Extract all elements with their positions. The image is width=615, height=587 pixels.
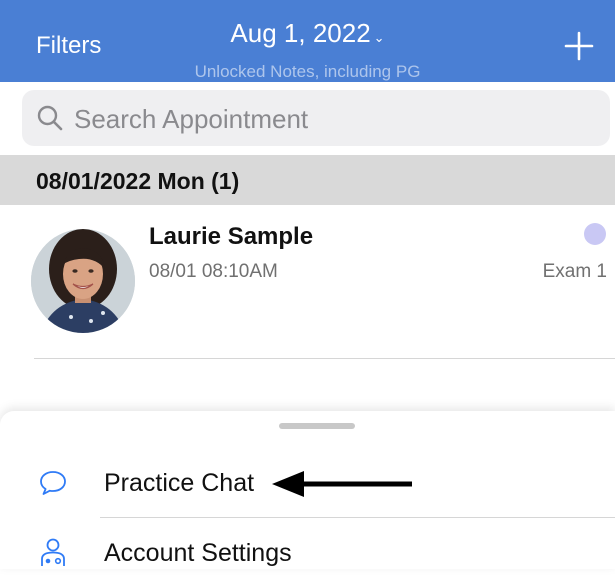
search-bar[interactable] — [22, 90, 610, 148]
practice-chat-label: Practice Chat — [104, 469, 255, 497]
date-section-header: 08/01/2022 Mon (1) — [0, 155, 615, 205]
app-header: Filters Aug 1, 2022 ⌄ Unlocked Notes, in… — [0, 0, 615, 82]
drag-handle[interactable] — [279, 423, 355, 429]
date-label[interactable]: Aug 1, 2022 — [230, 18, 370, 49]
account-settings-item[interactable]: Account Settings — [0, 527, 615, 587]
filter-subtitle: Unlocked Notes, including PG — [194, 62, 421, 81]
chat-bubble-icon — [40, 471, 66, 495]
appointment-time: 08/01 08:10AM — [149, 261, 278, 282]
exam-room: Exam 1 — [542, 261, 607, 282]
status-indicator — [584, 223, 606, 245]
section-title: 08/01/2022 Mon (1) — [36, 168, 240, 194]
add-appointment-button[interactable] — [563, 30, 595, 62]
patient-name: Laurie Sample — [149, 223, 314, 250]
date-picker[interactable]: Aug 1, 2022 ⌄ — [0, 18, 615, 49]
search-icon — [37, 105, 63, 131]
account-settings-icon — [41, 538, 65, 566]
avatar — [31, 229, 135, 333]
appointment-row[interactable]: Laurie Sample 08/01 08:10AM Exam 1 — [0, 205, 615, 360]
chevron-down-icon[interactable]: ⌄ — [374, 30, 385, 46]
divider — [100, 517, 615, 518]
plus-icon[interactable] — [563, 30, 595, 62]
account-settings-label: Account Settings — [104, 539, 292, 567]
patient-photo — [31, 229, 135, 333]
left-arrow-pointer — [272, 471, 412, 497]
divider — [34, 358, 615, 359]
search-input[interactable] — [72, 90, 596, 148]
